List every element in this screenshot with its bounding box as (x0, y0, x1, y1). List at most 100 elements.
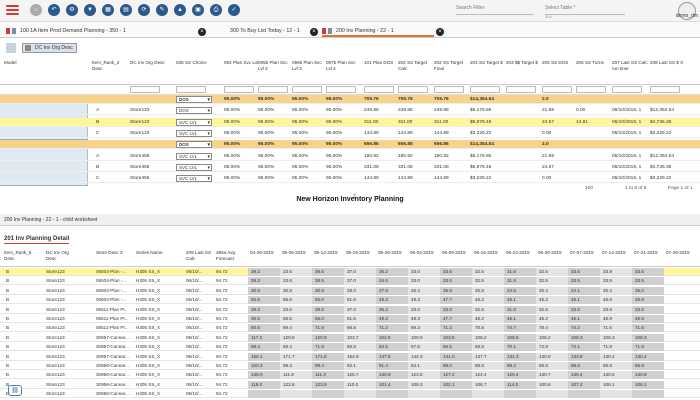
week-value-cell[interactable]: 136.0 (248, 371, 280, 380)
week-value-cell[interactable]: 117.2 (248, 333, 280, 342)
week-value-cell[interactable]: 106.7 (472, 380, 504, 389)
week-value-cell[interactable]: 35.2 (376, 268, 408, 276)
value-cell[interactable]: $3,229.22 (470, 174, 491, 183)
week-value-cell[interactable]: 103.7 (344, 333, 376, 342)
week-value-cell[interactable]: 84.1 (408, 362, 440, 370)
week-value-cell[interactable]: 70.1 (504, 343, 536, 352)
week-value-cell[interactable]: 100.9 (408, 333, 440, 342)
week-value-cell[interactable]: 38.5 (312, 268, 344, 276)
value-cell[interactable]: 95.00% (258, 152, 274, 161)
week-value-cell[interactable] (248, 390, 280, 399)
week-value-cell[interactable]: 56.5 (248, 296, 280, 305)
week-value-cell[interactable]: 46.2 (472, 315, 504, 323)
column-header[interactable]: 202 SS Target Final (434, 60, 470, 71)
table-row[interactable]: B Store123 06511-Plan Pr... H305 SS_X 06/10/… (0, 315, 700, 323)
column-header[interactable]: DC Inv Org Desc (46, 250, 78, 261)
table-row[interactable]: B Store123 06504-Plan -... H305 SS_X 06/10/.… (0, 296, 700, 305)
week-value-cell[interactable]: 68.4 (248, 343, 280, 352)
value-cell[interactable]: 95.00% (258, 140, 274, 149)
week-value-cell[interactable]: 71.9 (312, 343, 344, 352)
week-value-cell[interactable]: 47.7 (440, 315, 472, 323)
delete-icon[interactable] (6, 28, 10, 34)
week-value-cell[interactable]: 31.8 (504, 305, 536, 314)
week-value-cell[interactable]: 74.1 (568, 343, 600, 352)
table-row[interactable]: A Store123 DOS 95.00% 95.00% 95.00% 95.00% 249.… (0, 106, 700, 116)
table-row[interactable]: B Store123 30957-Cannar... H305 SS_X 06/10/.… (0, 333, 700, 342)
print-icon[interactable]: ⎙ (210, 4, 222, 16)
week-value-cell[interactable]: 47.7 (440, 296, 472, 305)
week-value-cell[interactable]: 119.0 (248, 380, 280, 389)
week-value-cell[interactable]: 106.2 (536, 333, 568, 342)
week-value-cell[interactable]: 147.5 (376, 352, 408, 361)
column-header[interactable]: 202 SS Target Calc (398, 60, 434, 71)
week-value-cell[interactable]: 25.0 (632, 286, 664, 295)
delete-icon[interactable] (322, 28, 326, 34)
value-cell[interactable]: 249.88 (398, 106, 413, 115)
week-value-cell[interactable]: 111.3 (312, 371, 344, 380)
value-cell[interactable]: 656.86 (364, 140, 379, 149)
column-header[interactable]: 096b Plan Svc Lvl 3 (292, 60, 328, 71)
value-cell[interactable]: 331.08 (398, 163, 413, 172)
week-value-cell[interactable] (408, 390, 440, 399)
table-row[interactable]: BStore12330958-Cannar...H305 SS_X06/10/.… (0, 390, 700, 399)
value-cell[interactable]: 180.82 (364, 152, 379, 161)
filter-icon[interactable]: ▼ (84, 4, 96, 16)
column-header[interactable]: 06-02-2019 (410, 250, 442, 256)
value-cell[interactable]: 311.00 (364, 118, 378, 127)
week-value-cell[interactable]: 55.0 (312, 315, 344, 323)
column-header[interactable]: 035 SS Choice (176, 60, 212, 66)
value-cell[interactable]: 06/10/2019, 1 (612, 163, 641, 172)
week-value-cell[interactable]: 39.3 (248, 268, 280, 276)
week-value-cell[interactable]: 133.8 (568, 352, 600, 361)
column-header[interactable]: 095b Plan Svc Lvl 2 (258, 60, 294, 71)
week-value-cell[interactable]: 35.2 (376, 305, 408, 314)
week-value-cell[interactable]: 154.9 (344, 352, 376, 361)
value-cell[interactable]: 21.69 (542, 152, 554, 161)
week-value-cell[interactable]: 46.9 (600, 296, 632, 305)
column-header[interactable]: 094 Plan Svc Lvl (224, 60, 260, 66)
value-cell[interactable]: 95.00% (326, 152, 342, 161)
week-value-cell[interactable]: 106.1 (632, 380, 664, 389)
week-value-cell[interactable]: 24.6 (504, 286, 536, 295)
value-cell[interactable]: 95.00% (224, 106, 240, 115)
week-value-cell[interactable]: 45.1 (504, 296, 536, 305)
column-header[interactable]: 05-05-2019 (282, 250, 314, 256)
value-cell[interactable]: 0.00 (542, 129, 551, 138)
value-cell[interactable]: 144.89 (398, 129, 413, 138)
value-cell[interactable]: 95.00% (292, 152, 308, 161)
week-value-cell[interactable]: 130.9 (376, 371, 408, 380)
home-icon[interactable]: ⌂ (30, 4, 42, 16)
week-value-cell[interactable]: 135.4 (568, 371, 600, 380)
column-header[interactable]: 04-28-2019 (250, 250, 282, 256)
value-cell[interactable]: 180.82 (434, 152, 449, 161)
week-value-cell[interactable]: 70.8 (472, 324, 504, 333)
week-value-cell[interactable]: 33.9 (600, 305, 632, 314)
week-value-cell[interactable]: 123.9 (312, 380, 344, 389)
value-cell[interactable]: $4,736.36 (650, 163, 671, 172)
week-value-cell[interactable] (632, 390, 664, 399)
column-header[interactable]: Item_Rank_5 Desc (4, 250, 36, 261)
value-cell[interactable]: 95.00% (258, 163, 274, 172)
week-value-cell[interactable]: 32.5 (472, 268, 504, 276)
week-value-cell[interactable]: 141.0 (440, 352, 472, 361)
week-value-cell[interactable]: 55.0 (312, 296, 344, 305)
week-value-cell[interactable]: 32.5 (536, 277, 568, 286)
week-value-cell[interactable]: 71.3 (440, 324, 472, 333)
week-value-cell[interactable]: 109.3 (408, 380, 440, 389)
ss-choice-select[interactable]: SVC LVL (176, 118, 212, 126)
value-cell[interactable]: $14,354.54 (470, 95, 494, 104)
week-value-cell[interactable]: 71.2 (376, 324, 408, 333)
value-cell[interactable]: 705.76 (364, 95, 379, 104)
value-cell[interactable]: $3,229.22 (650, 174, 671, 183)
column-filter-input[interactable] (364, 86, 394, 93)
column-header[interactable]: Item_Rank_2 Desc (92, 60, 128, 71)
week-value-cell[interactable]: 130.8 (536, 352, 568, 361)
week-value-cell[interactable]: 68.4 (280, 343, 312, 352)
tab-to-buy-list[interactable]: 300 To Buy List Today - 12 - 1 (216, 25, 300, 37)
week-value-cell[interactable]: 120.8 (280, 333, 312, 342)
week-value-cell[interactable]: 171.8 (312, 352, 344, 361)
table-row[interactable]: C Store123 SVC LVL 95.00% 95.00% 95.00% 95.00%… (0, 129, 700, 138)
week-value-cell[interactable]: 46.9 (600, 315, 632, 323)
week-value-cell[interactable]: 124.4 (472, 371, 504, 380)
value-cell[interactable]: 24.67 (542, 118, 554, 127)
